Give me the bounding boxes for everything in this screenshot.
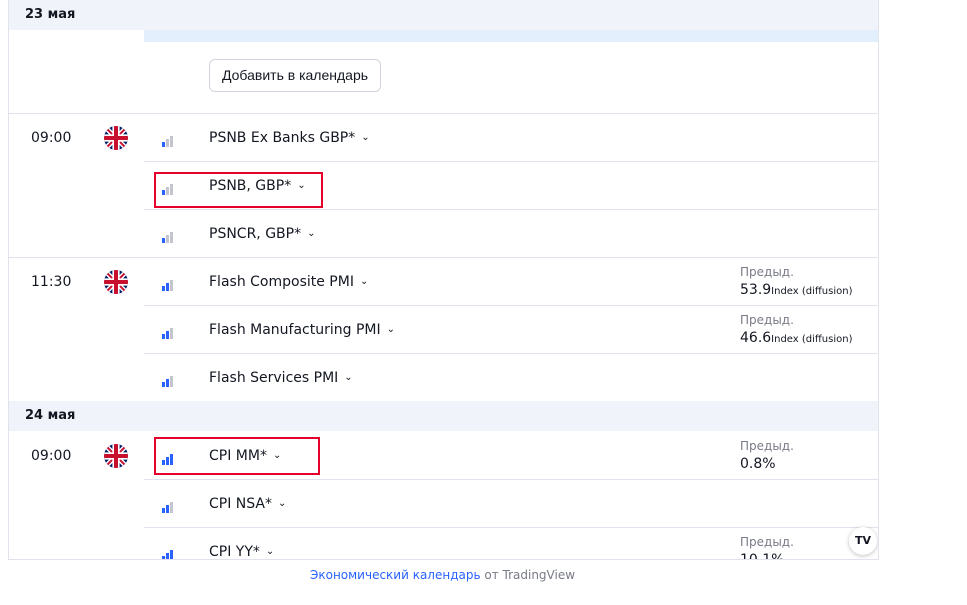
footer-from-text: от TradingView — [484, 568, 576, 582]
previous-value-number: 53.9 — [740, 282, 772, 298]
divider — [144, 527, 878, 528]
chevron-down-icon: ⌄ — [344, 372, 353, 383]
date-header: 24 мая — [9, 401, 878, 431]
event-time: 09:00 — [31, 448, 72, 464]
previous-label: Предыд. — [740, 535, 794, 549]
event-psncr[interactable]: PSNCR, GBP* ⌄ — [209, 226, 316, 242]
date-header: 23 мая — [9, 0, 878, 30]
previous-value: 10.1% — [740, 552, 785, 560]
previous-label: Предыд. — [740, 265, 794, 279]
chevron-down-icon: ⌄ — [359, 276, 369, 287]
previous-value-unit: Index (diffusion) — [771, 286, 853, 297]
event-time: 11:30 — [31, 274, 72, 290]
economic-calendar-widget: 23 мая Добавить в календарь 09:00 PSNB E… — [8, 0, 879, 560]
divider — [144, 353, 878, 354]
chevron-down-icon: ⌄ — [307, 228, 316, 239]
previous-label: Предыд. — [740, 439, 794, 453]
footer: Экономический календарь от TradingView — [0, 568, 885, 582]
highlight-box — [154, 437, 320, 475]
divider — [144, 305, 878, 306]
importance-high-icon — [162, 276, 174, 291]
divider — [144, 479, 878, 480]
previous-value-number: 46.6 — [740, 330, 772, 346]
chevron-down-icon: ⌄ — [278, 498, 287, 509]
importance-high-icon — [162, 546, 174, 559]
importance-high-icon — [162, 372, 174, 387]
event-flash-manufacturing-pmi[interactable]: Flash Manufacturing PMI ⌄ — [209, 322, 395, 338]
event-psnb-ex-banks[interactable]: PSNB Ex Banks GBP* ⌄ — [209, 130, 370, 146]
tradingview-logo-icon[interactable]: TV — [849, 527, 877, 555]
event-flash-composite-pmi[interactable]: Flash Composite PMI ⌄ — [209, 274, 368, 290]
highlight-box — [154, 172, 323, 208]
previous-value: 53.9Index (diffusion) — [740, 282, 852, 298]
divider — [144, 161, 878, 162]
previous-value: 46.6Index (diffusion) — [740, 330, 852, 346]
divider — [9, 257, 878, 258]
previous-value: 0.8% — [740, 456, 776, 472]
divider — [144, 209, 878, 210]
uk-flag-icon — [104, 444, 128, 468]
previous-label: Предыд. — [740, 313, 794, 327]
chevron-down-icon: ⌄ — [361, 132, 370, 143]
event-flash-services-pmi[interactable]: Flash Services PMI ⌄ — [209, 370, 353, 386]
chevron-down-icon: ⌄ — [265, 546, 275, 557]
importance-high-icon — [162, 324, 174, 339]
chevron-down-icon: ⌄ — [386, 324, 396, 335]
previous-value-unit: Index (diffusion) — [771, 334, 853, 345]
uk-flag-icon — [104, 126, 128, 150]
add-to-calendar-button[interactable]: Добавить в календарь — [209, 59, 382, 92]
uk-flag-icon — [104, 270, 128, 294]
importance-low-icon — [162, 132, 174, 147]
divider — [9, 113, 878, 114]
event-cpi-yy[interactable]: CPI YY* ⌄ — [209, 544, 275, 559]
economic-calendar-link[interactable]: Экономический календарь — [310, 568, 481, 582]
importance-high-icon — [162, 498, 174, 513]
event-time: 09:00 — [31, 130, 72, 146]
current-time-strip — [144, 30, 878, 42]
event-cpi-nsa[interactable]: CPI NSA* ⌄ — [209, 496, 286, 512]
importance-low-icon — [162, 228, 174, 243]
